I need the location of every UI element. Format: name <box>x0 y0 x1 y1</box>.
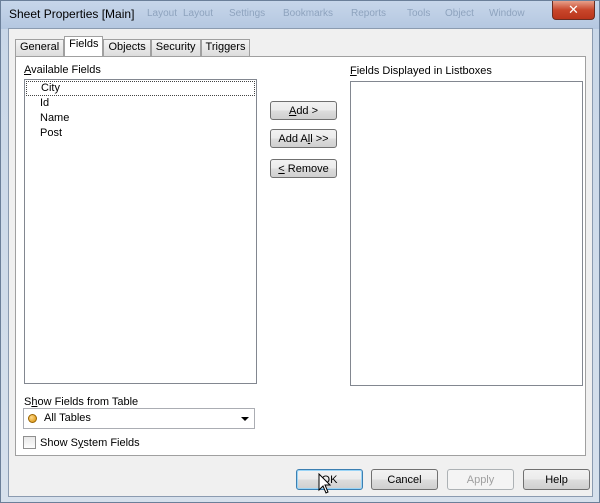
table-dot-icon <box>28 414 37 423</box>
remove-button[interactable]: < Remove <box>270 159 337 178</box>
ghost-menu-item: Object <box>445 8 474 19</box>
add-all-button[interactable]: Add All >> <box>270 129 337 148</box>
displayed-fields-list[interactable] <box>350 81 583 386</box>
tab-fields[interactable]: Fields <box>64 36 104 56</box>
tab-strip: General Fields Objects Security Triggers <box>15 36 251 56</box>
tab-security[interactable]: Security <box>150 39 201 56</box>
ghost-menu-item: Layout <box>147 8 178 19</box>
table-select-dropdown[interactable]: All Tables <box>23 408 255 429</box>
add-button[interactable]: Add > <box>270 101 337 120</box>
sheet-properties-dialog: Sheet Properties [Main] Layout Layout Se… <box>0 0 600 503</box>
cancel-button[interactable]: Cancel <box>371 469 438 490</box>
table-select-value: All Tables <box>44 412 91 424</box>
list-item[interactable]: Name <box>25 111 256 126</box>
available-fields-label: Available Fields <box>24 64 101 76</box>
ghost-menu-item: Layout <box>183 8 214 19</box>
ghost-menu-item: Tools <box>407 8 431 19</box>
list-item[interactable]: Post <box>25 126 256 141</box>
title-bar[interactable]: Sheet Properties [Main] Layout Layout Se… <box>1 1 599 27</box>
ghost-menu-item: Window <box>489 8 525 19</box>
fields-tab-panel: Available Fields City Id Name Post Add >… <box>15 56 586 456</box>
window-title: Sheet Properties [Main] <box>9 7 135 21</box>
mouse-cursor-icon <box>318 473 332 494</box>
list-item[interactable]: City <box>26 81 255 96</box>
dialog-client-area: General Fields Objects Security Triggers… <box>8 28 593 497</box>
tab-general[interactable]: General <box>15 39 65 56</box>
tab-objects[interactable]: Objects <box>103 39 151 56</box>
show-system-fields-label[interactable]: Show System Fields <box>40 437 140 449</box>
ghost-menu-item: Settings <box>229 8 266 19</box>
apply-button[interactable]: Apply <box>447 469 514 490</box>
close-icon: ✕ <box>568 2 579 18</box>
show-system-fields-checkbox[interactable] <box>23 436 36 449</box>
close-button[interactable]: ✕ <box>552 1 595 20</box>
list-item[interactable]: Id <box>25 96 256 111</box>
help-button[interactable]: Help <box>523 469 590 490</box>
ghost-menu-item: Bookmarks <box>283 8 334 19</box>
ghost-menu-item: Reports <box>351 8 387 19</box>
displayed-fields-label: Fields Displayed in Listboxes <box>350 65 492 77</box>
available-fields-list[interactable]: City Id Name Post <box>24 79 257 384</box>
show-fields-from-table-label: Show Fields from Table <box>24 396 139 408</box>
chevron-down-icon <box>241 417 249 421</box>
tab-triggers[interactable]: Triggers <box>200 39 251 56</box>
